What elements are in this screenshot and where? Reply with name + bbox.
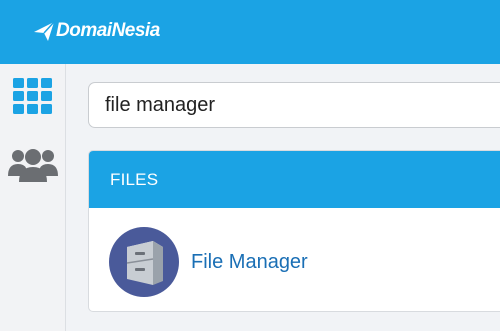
top-bar: DomaiNesia	[0, 0, 500, 64]
panel-title: FILES	[110, 169, 159, 189]
files-panel: FILES File Manager	[88, 150, 500, 312]
apps-grid-icon[interactable]	[0, 78, 66, 114]
sidebar	[0, 64, 66, 331]
search-input[interactable]	[105, 93, 500, 117]
domainesia-logo[interactable]: DomaiNesia	[33, 14, 160, 48]
file-manager-link[interactable]: File Manager	[109, 227, 308, 297]
users-icon[interactable]	[0, 146, 66, 184]
panel-header[interactable]: FILES	[89, 151, 500, 208]
file-manager-label: File Manager	[191, 250, 308, 273]
file-cabinet-icon	[109, 227, 179, 297]
panel-body: File Manager	[89, 208, 500, 311]
search-field[interactable]	[88, 82, 500, 128]
logo-mark-icon	[34, 21, 55, 41]
logo-text: DomaiNesia	[56, 20, 160, 41]
